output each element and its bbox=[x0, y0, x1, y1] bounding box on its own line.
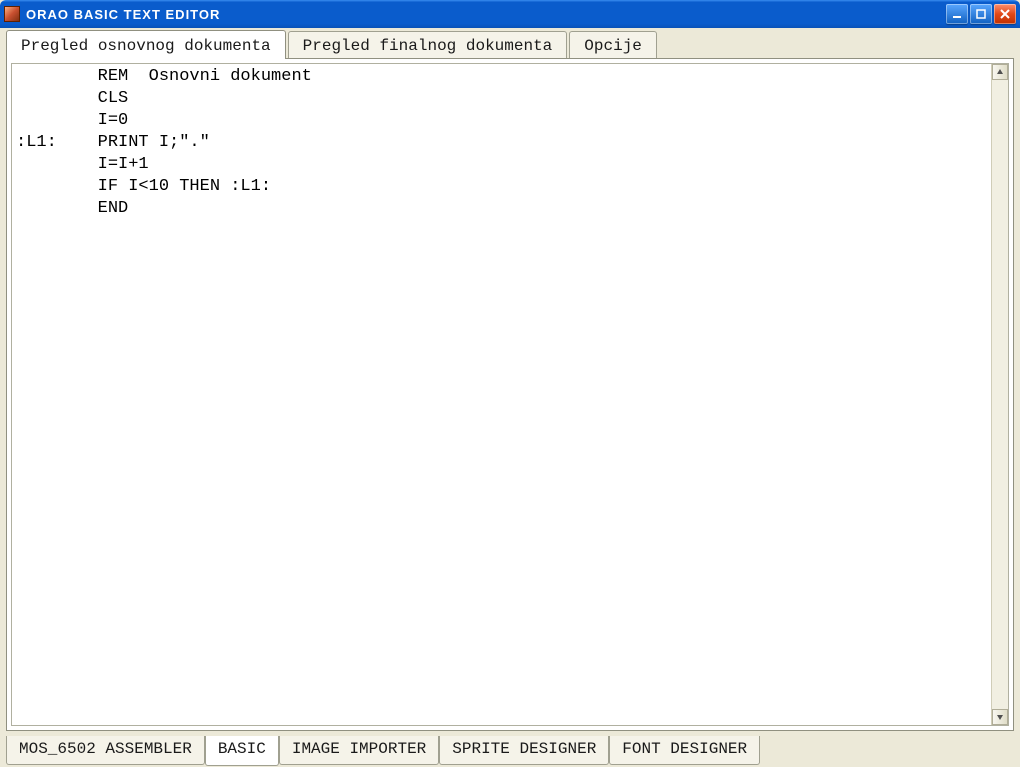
tab-label: SPRITE DESIGNER bbox=[452, 740, 596, 758]
tab-label: Pregled osnovnog dokumenta bbox=[21, 37, 271, 55]
vertical-scrollbar[interactable] bbox=[991, 64, 1008, 725]
tab-font-designer[interactable]: FONT DESIGNER bbox=[609, 736, 760, 765]
window-title: ORAO BASIC TEXT EDITOR bbox=[26, 7, 946, 22]
tab-label: BASIC bbox=[218, 740, 266, 758]
code-editor[interactable]: REM Osnovni dokument CLS I=0 :L1: PRINT … bbox=[11, 63, 1009, 726]
maximize-button[interactable] bbox=[970, 4, 992, 24]
tab-assembler[interactable]: MOS_6502 ASSEMBLER bbox=[6, 736, 205, 765]
tab-label: FONT DESIGNER bbox=[622, 740, 747, 758]
tab-opcije[interactable]: Opcije bbox=[569, 31, 657, 59]
tab-label: Opcije bbox=[584, 37, 642, 55]
window-titlebar: ORAO BASIC TEXT EDITOR bbox=[0, 0, 1020, 28]
top-tab-bar: Pregled osnovnog dokumenta Pregled final… bbox=[6, 30, 1014, 58]
window-controls bbox=[946, 4, 1016, 24]
close-button[interactable] bbox=[994, 4, 1016, 24]
editor-frame: REM Osnovni dokument CLS I=0 :L1: PRINT … bbox=[6, 58, 1014, 731]
tab-basic[interactable]: BASIC bbox=[205, 736, 279, 766]
tab-sprite-designer[interactable]: SPRITE DESIGNER bbox=[439, 736, 609, 765]
code-text: REM Osnovni dokument CLS I=0 :L1: PRINT … bbox=[12, 64, 1008, 222]
tab-label: IMAGE IMPORTER bbox=[292, 740, 426, 758]
minimize-button[interactable] bbox=[946, 4, 968, 24]
tab-image-importer[interactable]: IMAGE IMPORTER bbox=[279, 736, 439, 765]
tab-pregled-osnovnog[interactable]: Pregled osnovnog dokumenta bbox=[6, 30, 286, 59]
tab-pregled-finalnog[interactable]: Pregled finalnog dokumenta bbox=[288, 31, 568, 59]
scroll-up-arrow-icon[interactable] bbox=[992, 64, 1008, 80]
tab-label: Pregled finalnog dokumenta bbox=[303, 37, 553, 55]
tab-label: MOS_6502 ASSEMBLER bbox=[19, 740, 192, 758]
scroll-down-arrow-icon[interactable] bbox=[992, 709, 1008, 725]
bottom-tab-bar: MOS_6502 ASSEMBLER BASIC IMAGE IMPORTER … bbox=[0, 737, 1020, 767]
main-content: Pregled osnovnog dokumenta Pregled final… bbox=[0, 28, 1020, 737]
app-icon bbox=[4, 6, 20, 22]
